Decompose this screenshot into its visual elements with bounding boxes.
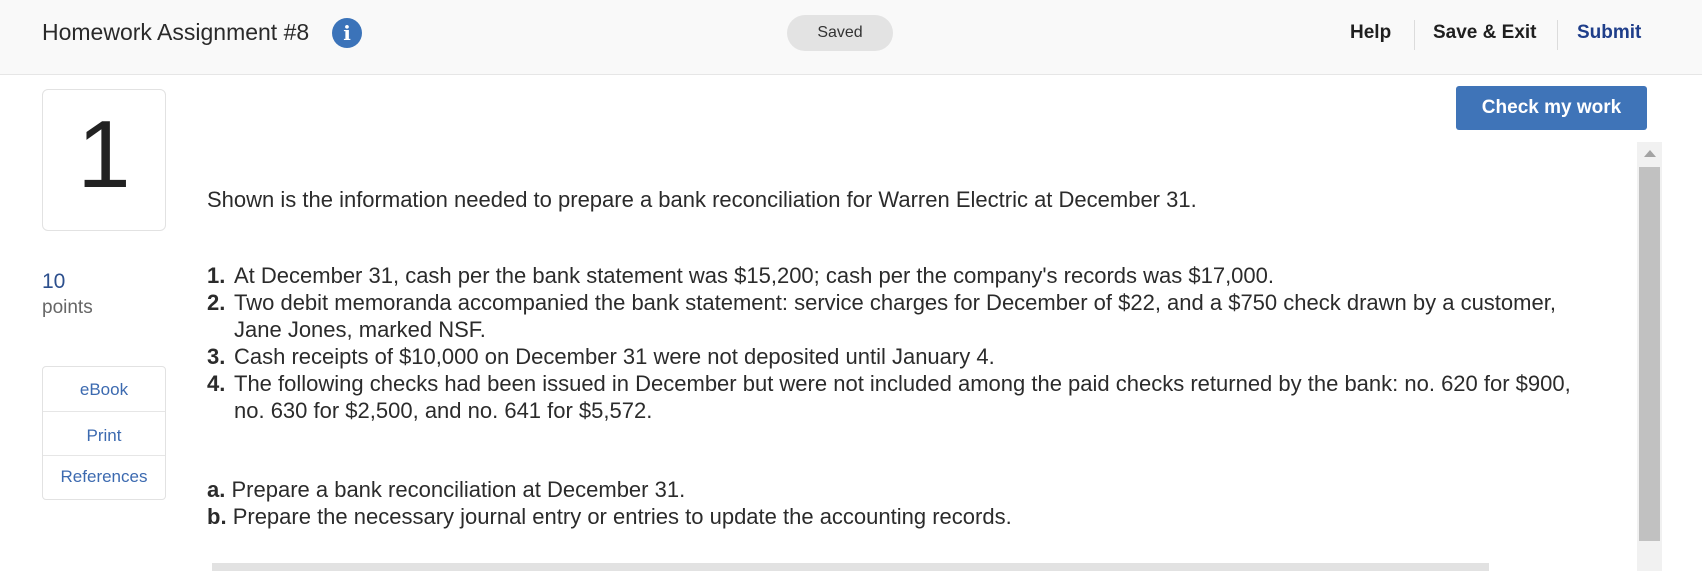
scroll-up-arrow-icon[interactable] xyxy=(1644,150,1656,157)
task-part-label: a. xyxy=(207,477,226,502)
question-tools-panel: eBook Print References xyxy=(42,366,166,500)
list-item-number: 4. xyxy=(207,371,226,396)
saved-status-badge: Saved xyxy=(787,15,893,51)
question-intro: Shown is the information needed to prepa… xyxy=(207,187,1197,212)
references-link[interactable]: References xyxy=(43,467,165,487)
top-bar: Homework Assignment #8 i Saved Help Save… xyxy=(0,0,1702,75)
list-item: 3. Cash receipts of $10,000 on December … xyxy=(207,343,1587,370)
list-item: 2. Two debit memoranda accompanied the b… xyxy=(207,289,1587,343)
ebook-link[interactable]: eBook xyxy=(43,380,165,400)
scrollbar-thumb[interactable] xyxy=(1639,167,1660,541)
list-item-text: At December 31, cash per the bank statem… xyxy=(234,263,1275,288)
question-number: 1 xyxy=(77,101,131,208)
task-part: a. Prepare a bank reconciliation at Dece… xyxy=(207,476,1587,503)
print-link[interactable]: Print xyxy=(43,426,165,446)
list-item: 4. The following checks had been issued … xyxy=(207,370,1587,424)
vertical-scrollbar[interactable] xyxy=(1637,142,1662,571)
points-value: 10 xyxy=(42,270,66,293)
answer-panel-edge xyxy=(212,563,1489,571)
list-item: 1. At December 31, cash per the bank sta… xyxy=(207,262,1587,289)
information-list: 1. At December 31, cash per the bank sta… xyxy=(207,262,1587,424)
task-parts: a. Prepare a bank reconciliation at Dece… xyxy=(207,476,1587,530)
list-item-text: The following checks had been issued in … xyxy=(234,371,1571,423)
help-link[interactable]: Help xyxy=(1350,22,1391,44)
tools-divider xyxy=(43,411,165,412)
list-item-text: Two debit memoranda accompanied the bank… xyxy=(234,290,1556,342)
nav-divider xyxy=(1414,20,1415,50)
question-number-card: 1 xyxy=(42,89,166,231)
list-item-number: 1. xyxy=(207,263,226,288)
check-my-work-button[interactable]: Check my work xyxy=(1456,86,1647,130)
task-part-text: Prepare the necessary journal entry or e… xyxy=(232,504,1012,529)
list-item-number: 3. xyxy=(207,344,226,369)
submit-link[interactable]: Submit xyxy=(1577,22,1641,44)
task-part-text: Prepare a bank reconciliation at Decembe… xyxy=(231,477,686,502)
assignment-title: Homework Assignment #8 xyxy=(42,19,310,45)
info-icon[interactable]: i xyxy=(332,18,362,48)
tools-divider xyxy=(43,455,165,456)
nav-divider xyxy=(1557,20,1558,50)
list-item-number: 2. xyxy=(207,290,226,315)
task-part: b. Prepare the necessary journal entry o… xyxy=(207,503,1587,530)
list-item-text: Cash receipts of $10,000 on December 31 … xyxy=(234,344,995,369)
points-label: points xyxy=(42,297,93,318)
save-exit-link[interactable]: Save & Exit xyxy=(1433,22,1537,44)
task-part-label: b. xyxy=(207,504,227,529)
